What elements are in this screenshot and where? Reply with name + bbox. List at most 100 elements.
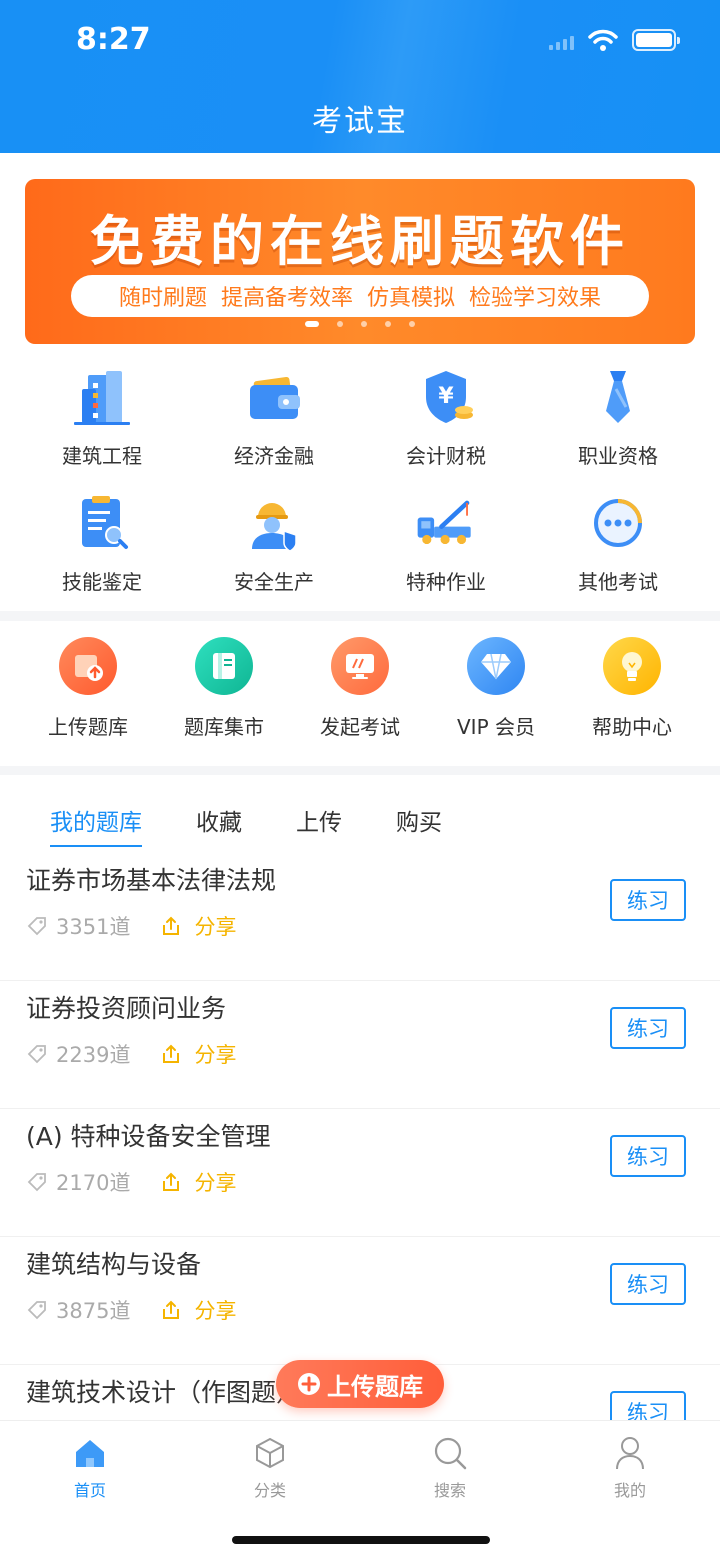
bank-meta: 2170道 分享 [26,1167,236,1197]
promo-banner[interactable]: 免费的在线刷题软件 随时刷题 提高备考效率 仿真模拟 检验学习效果 [25,179,695,344]
practice-button[interactable]: 练习 [610,1391,686,1420]
category-label: 安全生产 [234,570,314,594]
practice-button[interactable]: 练习 [610,1263,686,1305]
quick-label: 题库集市 [184,715,264,739]
practice-button[interactable]: 练习 [610,1135,686,1177]
question-count-text: 3351道 [56,915,131,939]
practice-button[interactable]: 练习 [610,1007,686,1049]
exam-monitor-icon [331,637,389,695]
quick-start-exam[interactable]: 发起考试 [300,621,420,766]
nav-label: 搜索 [433,1481,466,1500]
upload-box-icon [59,637,117,695]
carousel-dot[interactable] [409,321,415,327]
app-header: 8:27 考试宝 [0,0,720,153]
bank-meta: 3875道 分享 [26,1295,236,1325]
carousel-dot[interactable] [337,321,343,327]
page-title: 考试宝 [312,104,408,139]
carousel-dot-active[interactable] [305,321,319,327]
banner-tag: 随时刷题 [118,286,207,311]
nav-label: 首页 [73,1481,106,1500]
carousel-dot[interactable] [385,321,391,327]
lightbulb-icon [603,637,661,695]
banner-title: 免费的在线刷题软件 [90,210,630,273]
banner-tag: 仿真模拟 [367,286,456,311]
wallet-icon [242,365,306,428]
tab-purchased[interactable]: 购买 [396,803,442,847]
quick-upload-bank[interactable]: 上传题库 [28,621,148,766]
quick-label: 上传题库 [48,715,128,739]
tab-my-banks[interactable]: 我的题库 [50,803,142,847]
category-qualification[interactable]: 职业资格 [532,365,704,469]
upload-bank-fab[interactable]: 上传题库 [276,1360,444,1408]
share-button[interactable]: 分享 [160,1167,236,1197]
category-label: 会计财税 [406,444,486,468]
tie-icon [586,365,650,428]
banner-tag: 检验学习效果 [469,286,602,311]
crane-truck-icon [414,491,478,554]
quick-help-center[interactable]: 帮助中心 [572,621,692,766]
category-safety[interactable]: 安全生产 [188,491,360,595]
category-label: 建筑工程 [62,444,142,468]
share-button[interactable]: 分享 [160,1295,236,1325]
quick-label: 帮助中心 [592,715,672,739]
quick-bank-market[interactable]: 题库集市 [164,621,284,766]
share-label: 分享 [194,1171,237,1195]
app-screen: 8:27 考试宝 免费的在线刷题软件 随时刷题 提高备考效率 仿真模拟 检验学习… [0,0,720,1558]
svg-text:¥: ¥ [438,384,454,409]
carousel-dot[interactable] [361,321,367,327]
list-item[interactable]: (A) 特种设备安全管理 2170道 分享 练习 [0,1109,720,1237]
quick-vip[interactable]: VIP 会员 [436,621,556,766]
share-icon [163,1044,180,1063]
list-item[interactable]: 建筑结构与设备 3875道 分享 练习 [0,1237,720,1365]
share-icon [163,916,180,935]
share-label: 分享 [194,915,237,939]
diamond-icon [467,637,525,695]
banner-tags: 随时刷题 提高备考效率 仿真模拟 检验学习效果 [71,275,649,317]
question-count: 3351道 [26,911,130,941]
bank-title: 建筑结构与设备 [26,1250,202,1279]
category-label: 技能鉴定 [62,570,142,594]
yuan-shield-icon: ¥ [414,365,478,428]
search-icon [434,1437,467,1470]
category-special-operation[interactable]: 特种作业 [360,491,532,595]
bank-meta: 2239道 分享 [26,1039,236,1069]
practice-button[interactable]: 练习 [610,879,686,921]
bank-title: (A) 特种设备安全管理 [26,1122,271,1151]
upload-fab-label: 上传题库 [327,1372,423,1401]
tag-icon [27,1173,46,1192]
clipboard-search-icon [70,491,134,554]
category-finance[interactable]: 经济金融 [188,365,360,469]
share-icon [163,1300,180,1319]
tab-uploads[interactable]: 上传 [296,803,342,847]
more-dots-icon [586,491,650,554]
quick-actions: 上传题库 题库集市 发起考试 VIP 会员 帮助中心 [0,621,720,766]
share-label: 分享 [194,1043,237,1067]
category-skill[interactable]: 技能鉴定 [16,491,188,595]
nav-profile[interactable]: 我的 [540,1421,720,1558]
category-label: 特种作业 [406,570,486,594]
question-count-text: 3875道 [56,1299,131,1323]
home-indicator [232,1536,490,1544]
category-building[interactable]: 建筑工程 [16,365,188,469]
question-count: 2239道 [26,1039,130,1069]
list-item[interactable]: 证券投资顾问业务 2239道 分享 练习 [0,981,720,1109]
tag-icon [27,1301,46,1320]
tag-icon [27,917,46,936]
share-button[interactable]: 分享 [160,911,236,941]
bank-title: 证券市场基本法律法规 [26,866,277,895]
battery-icon [632,29,680,51]
quick-label: VIP 会员 [457,715,535,739]
wifi-icon [588,29,618,51]
category-accounting[interactable]: ¥ 会计财税 [360,365,532,469]
category-other[interactable]: 其他考试 [532,491,704,595]
question-count-text: 2170道 [56,1171,131,1195]
banner-tag: 提高备考效率 [220,286,353,311]
nav-home[interactable]: 首页 [0,1421,180,1558]
nav-label: 我的 [613,1481,646,1500]
list-item[interactable]: 证券市场基本法律法规 3351道 分享 练习 [0,853,720,981]
nav-label: 分类 [253,1481,286,1500]
book-icon [195,637,253,695]
question-bank-section: 我的题库 收藏 上传 购买 证券市场基本法律法规 3351道 分享 练习 证券投… [0,775,720,1420]
share-button[interactable]: 分享 [160,1039,236,1069]
tab-favorites[interactable]: 收藏 [196,803,242,847]
